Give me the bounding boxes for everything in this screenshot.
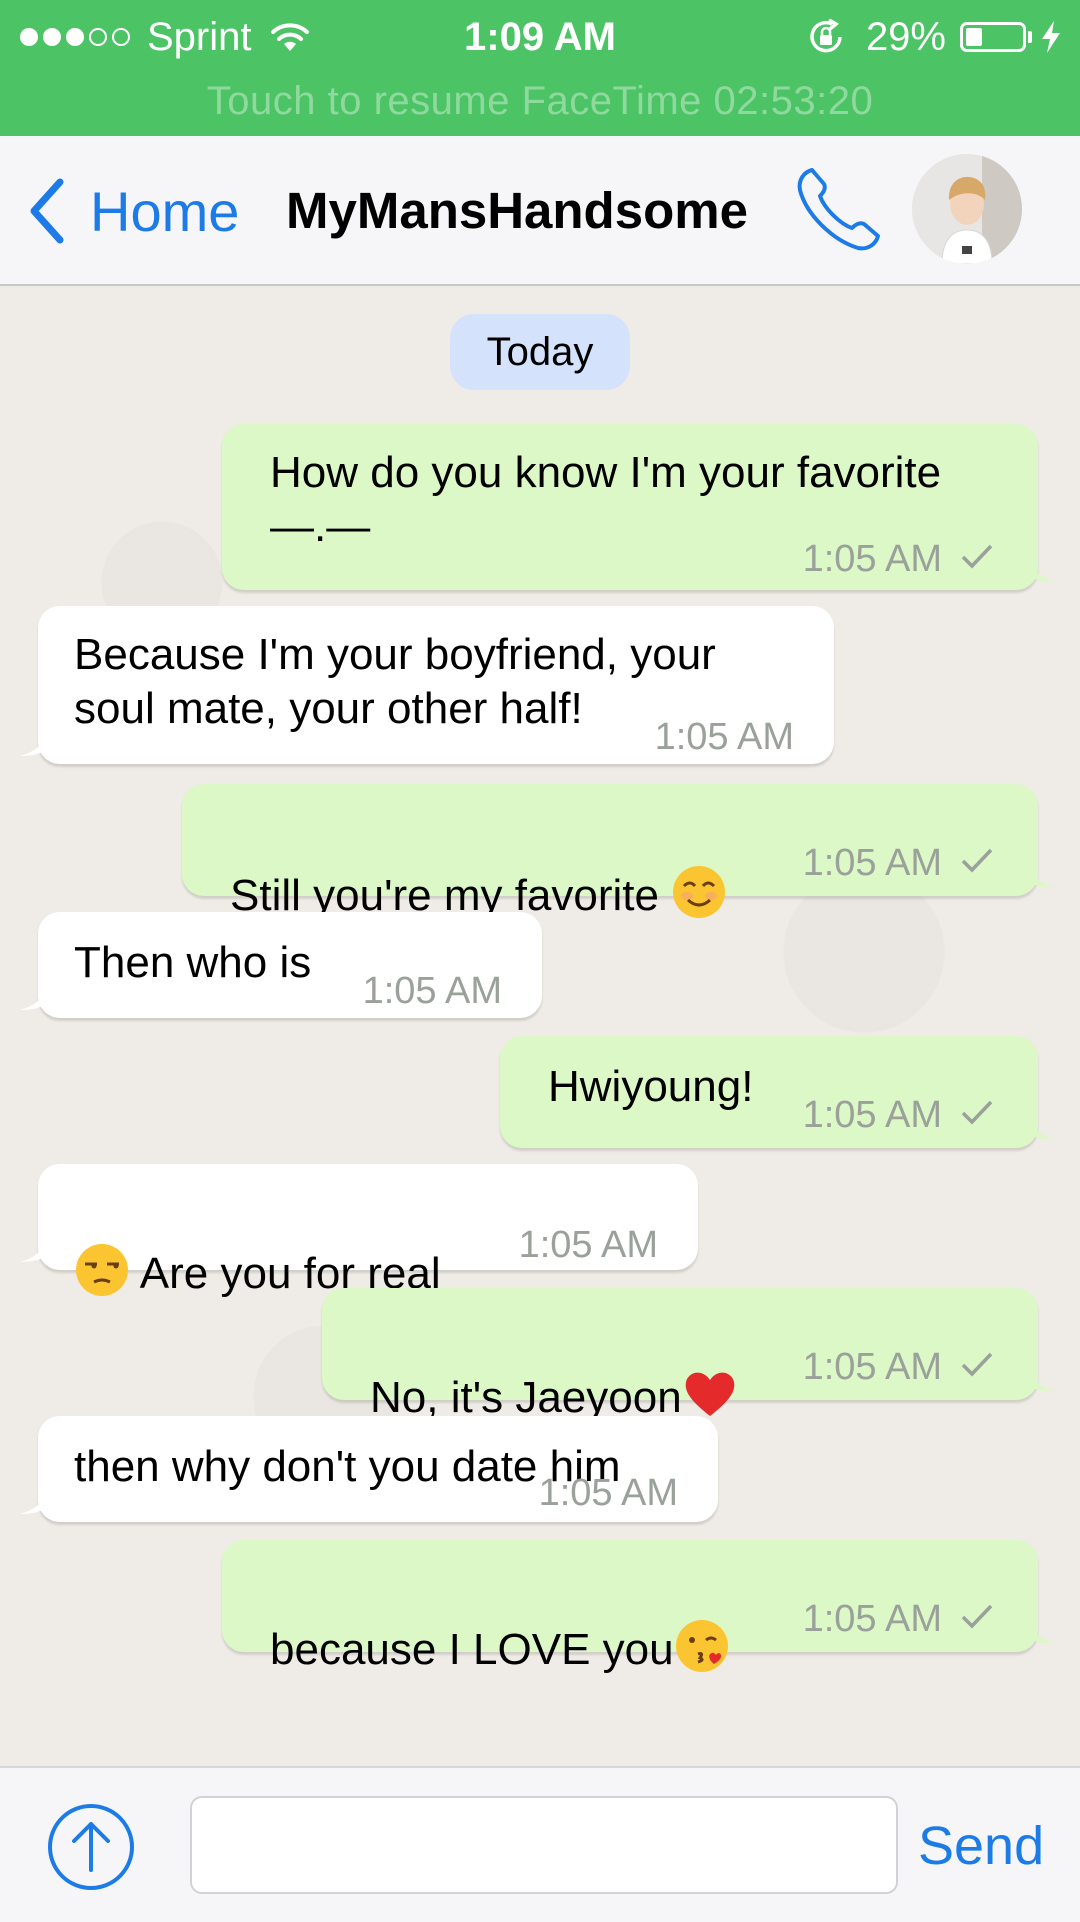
send-button[interactable]: Send	[918, 1806, 1044, 1886]
facetime-resume-banner[interactable]: Touch to resume FaceTime 02:53:20	[0, 76, 1080, 126]
bubble-tail	[20, 1492, 46, 1514]
message-time: 1:05 AM	[802, 538, 942, 580]
incoming-message[interactable]: then why don't you date him 1:05 AM	[20, 1416, 718, 1522]
sent-check-icon	[961, 1604, 993, 1629]
outgoing-message[interactable]: Still you're my favorite 1:05 AM	[182, 784, 1056, 920]
bubble-tail	[20, 734, 46, 756]
battery-icon	[960, 22, 1032, 52]
unamused-face-emoji	[76, 1244, 128, 1296]
message-time: 1:05 AM	[654, 716, 794, 758]
nav-bar: Home MyMansHandsome	[0, 136, 1080, 286]
contact-avatar[interactable]	[912, 154, 1022, 264]
message-input[interactable]	[190, 1796, 898, 1894]
message-text: Still you're my favorite	[230, 810, 727, 923]
bubble-tail	[1030, 560, 1056, 582]
kissing-face-emoji	[675, 1620, 728, 1672]
outgoing-message[interactable]: Hwiyoung! 1:05 AM	[500, 1036, 1056, 1148]
incoming-message[interactable]: Because I'm your boyfriend, your soul ma…	[20, 606, 834, 764]
red-heart-emoji	[685, 1372, 734, 1416]
bubble-tail	[1030, 1622, 1056, 1644]
date-separator: Today	[450, 314, 630, 390]
sent-check-icon	[961, 1352, 993, 1377]
message-text: Because I'm your boyfriend, your soul ma…	[74, 630, 716, 733]
message-time: 1:05 AM	[538, 1472, 678, 1514]
status-bar: Sprint 1:09 AM 29% Touch to resume FaceT…	[0, 0, 1080, 136]
status-right: 29%	[806, 12, 1062, 62]
chat-title: MyMansHandsome	[286, 182, 748, 239]
message-time: 1:05 AM	[802, 1598, 942, 1640]
message-time: 1:05 AM	[518, 1224, 658, 1266]
message-text-body: because I LOVE you	[270, 1625, 674, 1674]
sent-check-icon	[961, 848, 993, 873]
bubble-tail	[20, 988, 46, 1010]
message-time: 1:05 AM	[802, 1346, 942, 1388]
incoming-message[interactable]: Then who is 1:05 AM	[20, 912, 542, 1018]
smiling-face-emoji	[673, 866, 726, 918]
message-text: Are you for real	[74, 1188, 441, 1301]
message-text: No, it's Jaeyoon	[370, 1312, 738, 1425]
message-time: 1:05 AM	[362, 970, 502, 1012]
charging-bolt-icon	[1042, 21, 1060, 53]
phone-icon[interactable]	[792, 162, 886, 256]
outgoing-message[interactable]: How do you know I'm your favorite —.— 1:…	[222, 424, 1056, 590]
back-button[interactable]: Home	[26, 176, 239, 246]
chevron-left-icon	[30, 178, 64, 244]
message-text-body: No, it's Jaeyoon	[370, 1373, 682, 1422]
chat-area[interactable]: Today How do you know I'm your favorite …	[0, 286, 1080, 1766]
bubble-tail	[20, 1240, 46, 1262]
bubble-tail	[1030, 1370, 1056, 1392]
battery-level	[966, 28, 982, 46]
message-text: because I LOVE you	[270, 1564, 730, 1677]
incoming-message[interactable]: Are you for real 1:05 AM	[20, 1164, 698, 1298]
bubble-tail	[1030, 1118, 1056, 1140]
upload-arrow-icon[interactable]	[46, 1802, 136, 1892]
outgoing-message[interactable]: No, it's Jaeyoon 1:05 AM	[322, 1288, 1056, 1422]
back-label: Home	[90, 179, 240, 243]
input-bar: Send	[0, 1766, 1080, 1922]
sent-check-icon	[961, 544, 993, 569]
message-time: 1:05 AM	[802, 1094, 942, 1136]
avatar-photo	[912, 154, 1022, 264]
message-text: Then who is	[74, 938, 312, 987]
bubble-tail	[1030, 866, 1056, 888]
message-text: Hwiyoung!	[548, 1062, 754, 1111]
outgoing-message[interactable]: because I LOVE you 1:05 AM	[222, 1540, 1056, 1674]
sent-check-icon	[961, 1100, 993, 1125]
battery-percent: 29%	[865, 14, 946, 59]
message-time: 1:05 AM	[802, 842, 942, 884]
rotation-lock-icon	[810, 18, 842, 53]
